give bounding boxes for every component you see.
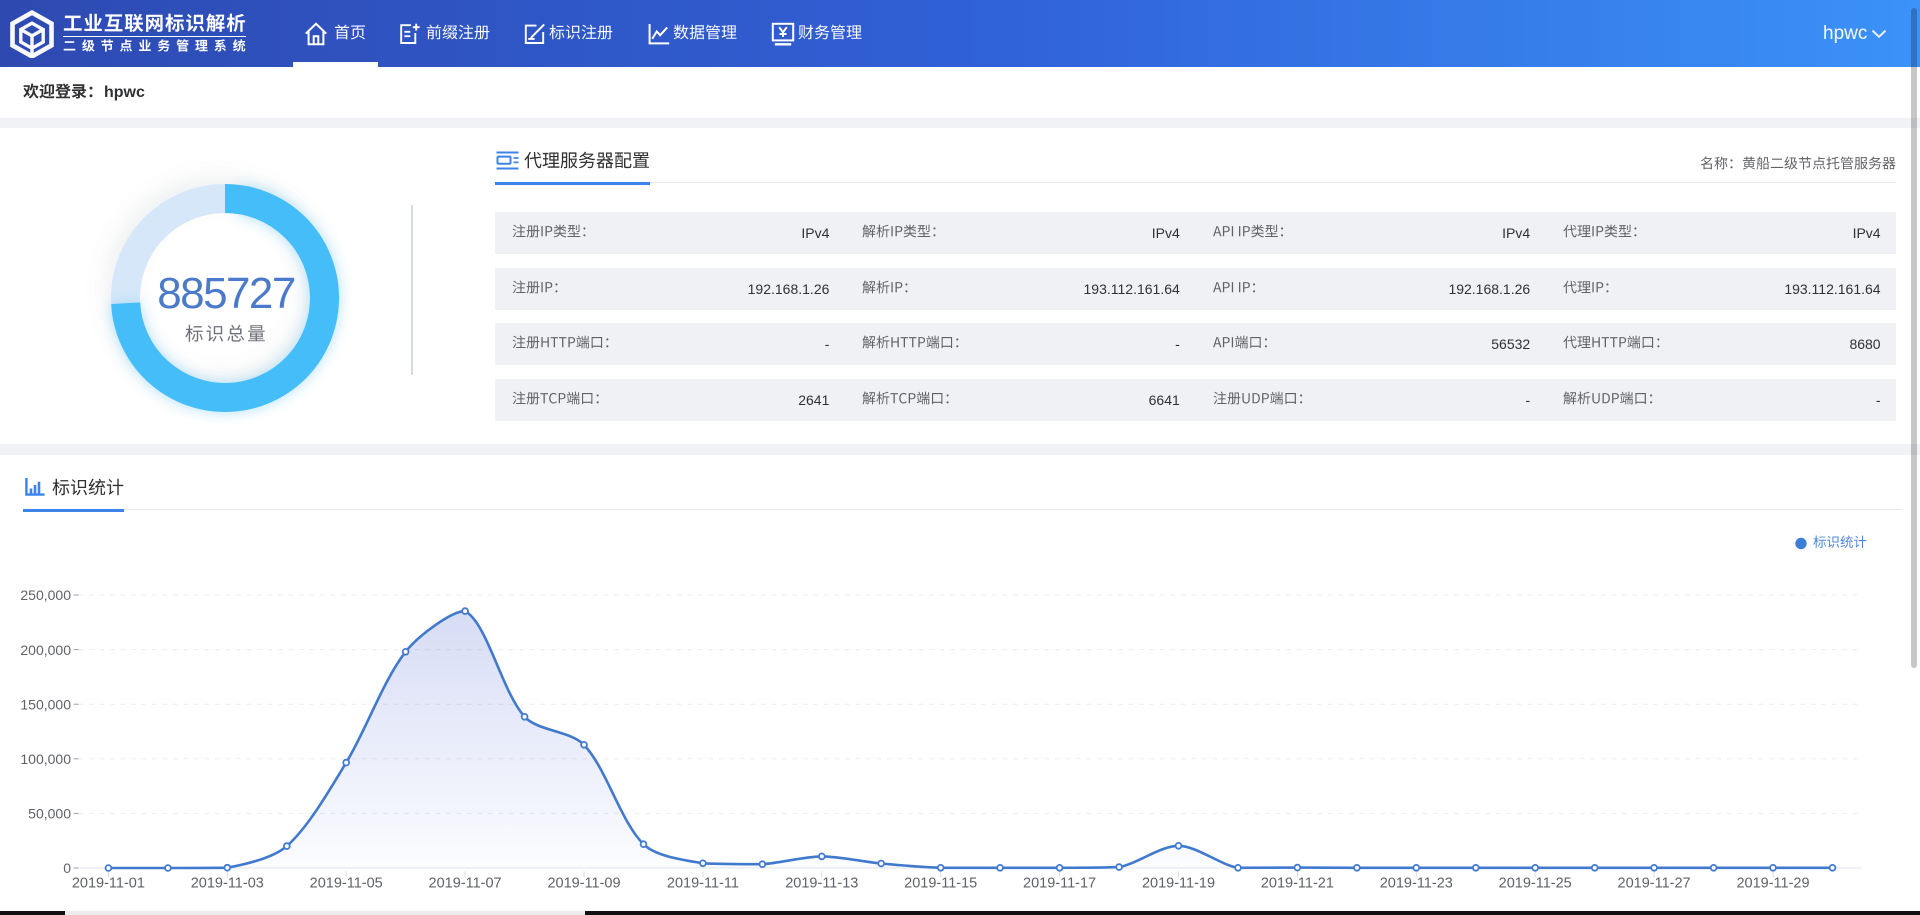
svg-text:2019-11-09: 2019-11-09	[547, 876, 620, 892]
svg-text:2019-11-05: 2019-11-05	[310, 876, 383, 892]
svg-text:2019-11-17: 2019-11-17	[1023, 876, 1096, 892]
svg-text:250,000: 250,000	[20, 587, 71, 603]
svg-text:2019-11-11: 2019-11-11	[667, 876, 739, 892]
svg-text:150,000: 150,000	[20, 696, 71, 712]
svg-text:2019-11-25: 2019-11-25	[1499, 876, 1572, 892]
svg-text:2019-11-29: 2019-11-29	[1736, 876, 1809, 892]
svg-text:2019-11-19: 2019-11-19	[1142, 876, 1215, 892]
svg-text:2019-11-13: 2019-11-13	[785, 876, 858, 892]
svg-text:2019-11-15: 2019-11-15	[904, 876, 977, 892]
svg-text:200,000: 200,000	[20, 642, 71, 658]
svg-text:2019-11-23: 2019-11-23	[1380, 876, 1453, 892]
svg-text:2019-11-03: 2019-11-03	[191, 876, 264, 892]
svg-text:2019-11-01: 2019-11-01	[72, 876, 145, 892]
svg-text:50,000: 50,000	[28, 806, 71, 822]
svg-text:0: 0	[63, 860, 71, 876]
svg-text:100,000: 100,000	[20, 751, 71, 767]
svg-text:2019-11-27: 2019-11-27	[1618, 876, 1691, 892]
svg-text:2019-11-07: 2019-11-07	[429, 876, 502, 892]
svg-text:2019-11-21: 2019-11-21	[1261, 876, 1334, 892]
